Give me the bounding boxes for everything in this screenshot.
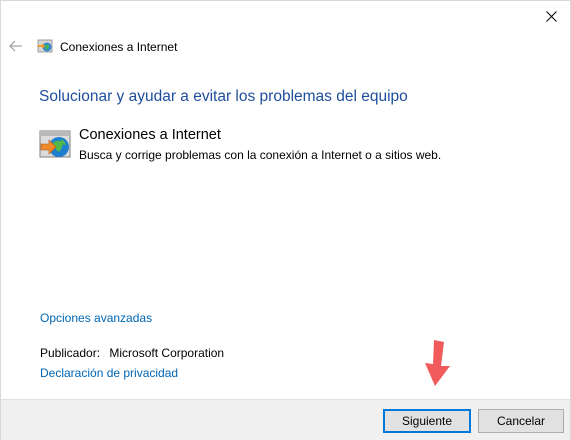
title-bar: Conexiones a Internet: [1, 31, 570, 61]
internet-connections-icon: [39, 130, 71, 158]
publisher-value: Microsoft Corporation: [109, 346, 225, 360]
publisher-info: Publicador: Microsoft Corporation: [40, 346, 224, 360]
window-title: Conexiones a Internet: [60, 40, 178, 54]
annotation-arrow-icon: [425, 340, 450, 386]
troubleshooter-item[interactable]: Conexiones a Internet Busca y corrige pr…: [39, 127, 539, 167]
item-title: Conexiones a Internet: [79, 127, 221, 143]
publisher-label: Publicador:: [40, 346, 101, 360]
privacy-statement-link[interactable]: Declaración de privacidad: [40, 366, 178, 380]
back-arrow-icon[interactable]: [9, 39, 23, 53]
close-button[interactable]: [538, 5, 564, 27]
footer-bar: Siguiente Cancelar: [1, 399, 570, 440]
advanced-options-link[interactable]: Opciones avanzadas: [40, 311, 152, 325]
cancel-button[interactable]: Cancelar: [478, 409, 564, 433]
next-button[interactable]: Siguiente: [383, 409, 471, 433]
page-heading: Solucionar y ayudar a evitar los problem…: [39, 88, 408, 105]
internet-connections-small-icon: [37, 39, 53, 53]
close-icon: [545, 10, 557, 22]
troubleshooter-window: Conexiones a Internet Solucionar y ayuda…: [0, 0, 571, 440]
item-description: Busca y corrige problemas con la conexió…: [79, 148, 442, 162]
